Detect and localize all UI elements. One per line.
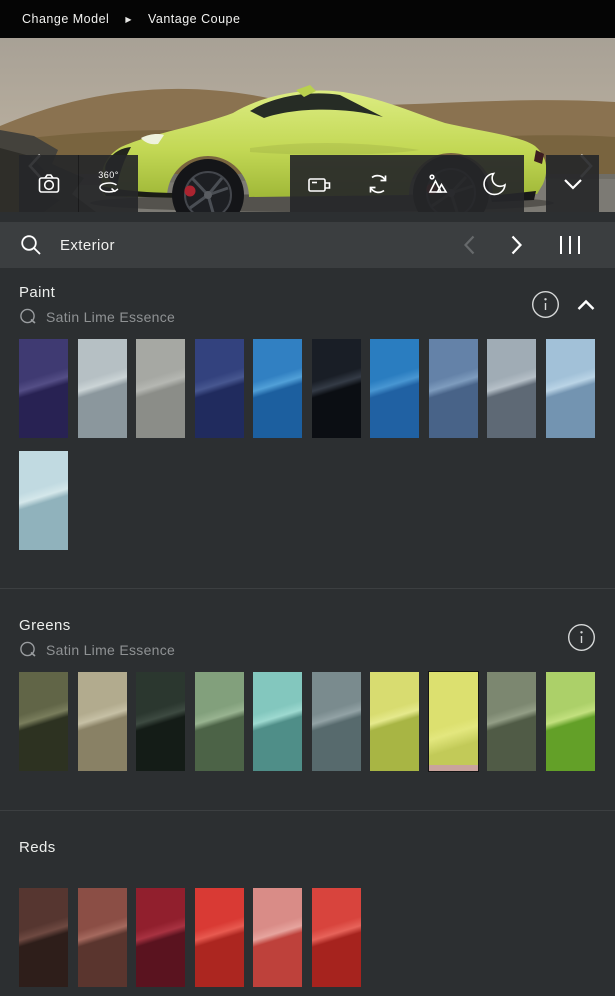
selected-swatch-indicator xyxy=(429,765,478,771)
section-divider xyxy=(0,810,615,811)
info-icon xyxy=(567,623,596,652)
section-header-paint: Paint Satin Lime Essence xyxy=(0,268,615,339)
paint-info-button[interactable] xyxy=(531,290,560,319)
color-swatch[interactable] xyxy=(78,672,127,771)
color-swatch[interactable] xyxy=(429,672,478,771)
category-selector-bar: Exterior xyxy=(0,222,615,268)
color-swatch[interactable] xyxy=(136,888,185,987)
color-swatch[interactable] xyxy=(19,672,68,771)
color-swatch[interactable] xyxy=(546,339,595,438)
hero-car-viewer: 360° xyxy=(0,38,615,212)
section-divider xyxy=(0,588,615,589)
color-swatch[interactable] xyxy=(19,451,68,550)
color-swatch[interactable] xyxy=(370,672,419,771)
collapse-toolbar-button[interactable] xyxy=(546,155,599,212)
color-swatch[interactable] xyxy=(253,339,302,438)
model-name: Vantage Coupe xyxy=(148,12,240,26)
screenshot-button[interactable] xyxy=(19,155,78,212)
color-swatch[interactable] xyxy=(136,339,185,438)
next-category-button[interactable] xyxy=(510,234,523,256)
color-swatch[interactable] xyxy=(370,339,419,438)
reset-view-button[interactable] xyxy=(349,155,408,212)
rotate-360-button[interactable]: 360° xyxy=(78,155,138,212)
category-label: Exterior xyxy=(60,237,463,254)
paint-swatch-grid xyxy=(0,339,615,550)
color-swatch[interactable] xyxy=(195,672,244,771)
crescent-moon-icon xyxy=(481,170,509,198)
color-swatch[interactable] xyxy=(546,672,595,771)
magnifier-icon xyxy=(18,232,44,258)
selected-color-name: Satin Lime Essence xyxy=(46,309,175,325)
color-swatch[interactable] xyxy=(253,672,302,771)
breadcrumb-arrow-icon: ▶ xyxy=(125,15,132,24)
collapse-section-button[interactable] xyxy=(576,299,596,311)
color-swatch[interactable] xyxy=(312,672,361,771)
color-swatch[interactable] xyxy=(136,672,185,771)
color-swatch[interactable] xyxy=(78,339,127,438)
color-swatch[interactable] xyxy=(195,888,244,987)
chevron-up-icon xyxy=(576,299,596,311)
section-title: Greens xyxy=(19,617,567,635)
chevron-down-icon xyxy=(561,177,585,191)
configurator-app: Change Model ▶ Vantage Coupe xyxy=(0,0,615,996)
color-swatch[interactable] xyxy=(429,339,478,438)
section-header-reds: Reds xyxy=(0,811,615,888)
chevron-left-icon xyxy=(463,234,476,256)
greens-swatch-grid xyxy=(0,672,615,771)
options-panel: Exterior Paint xyxy=(0,222,615,996)
night-mode-button[interactable] xyxy=(466,155,525,212)
color-swatch[interactable] xyxy=(19,888,68,987)
section-title: Paint xyxy=(19,284,531,302)
mountains-icon xyxy=(422,170,450,198)
color-swatch[interactable] xyxy=(253,888,302,987)
viewer-toolbar: 360° xyxy=(0,155,615,212)
color-swatch[interactable] xyxy=(19,339,68,438)
color-swatch[interactable] xyxy=(195,339,244,438)
section-title: Reds xyxy=(19,839,596,857)
info-icon xyxy=(531,290,560,319)
breadcrumb: Change Model ▶ Vantage Coupe xyxy=(0,0,615,38)
selected-color-name: Satin Lime Essence xyxy=(46,642,175,658)
color-swatch[interactable] xyxy=(487,672,536,771)
three-bars-icon xyxy=(557,234,583,256)
q-badge-icon xyxy=(19,308,37,326)
layout-options-button[interactable] xyxy=(557,234,583,256)
environment-button[interactable] xyxy=(407,155,466,212)
chevron-right-icon xyxy=(510,234,523,256)
rotate-360-icon: 360° xyxy=(97,171,121,196)
video-mode-button[interactable] xyxy=(290,155,349,212)
refresh-icon xyxy=(364,170,392,198)
previous-category-button[interactable] xyxy=(463,234,476,256)
camera-icon xyxy=(35,170,63,198)
search-button[interactable] xyxy=(18,232,44,258)
color-swatch[interactable] xyxy=(487,339,536,438)
color-swatch[interactable] xyxy=(78,888,127,987)
greens-info-button[interactable] xyxy=(567,623,596,652)
color-swatch[interactable] xyxy=(312,339,361,438)
section-header-greens: Greens Satin Lime Essence xyxy=(0,589,615,672)
change-model-link[interactable]: Change Model xyxy=(22,12,109,26)
video-camera-icon xyxy=(305,170,333,198)
reds-swatch-grid xyxy=(0,888,615,987)
q-badge-icon xyxy=(19,641,37,659)
color-swatch[interactable] xyxy=(312,888,361,987)
